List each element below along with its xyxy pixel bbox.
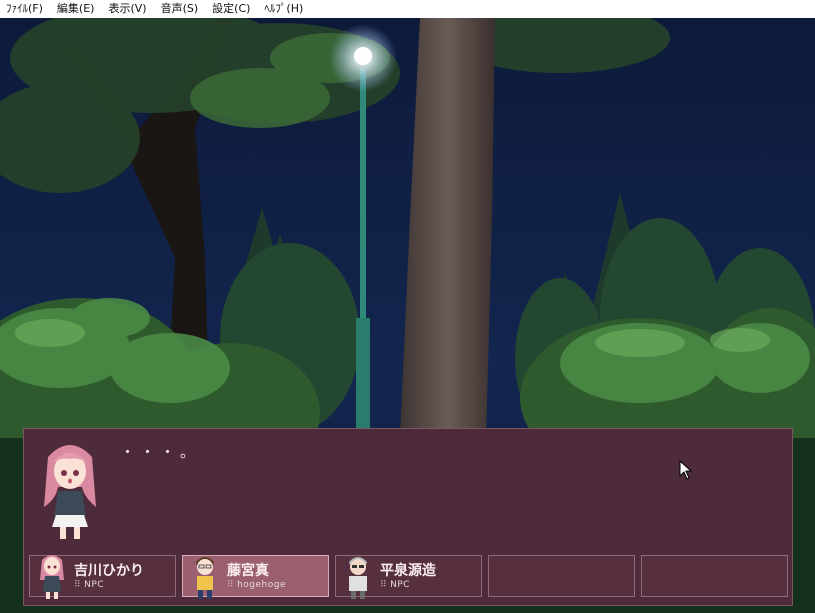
genzo-portrait-icon [342, 550, 374, 600]
makoto-portrait-icon [189, 550, 221, 600]
grip-icon: ⠿ [380, 580, 388, 590]
slot-name: 藤宮真 [227, 563, 269, 579]
slot-sub: ⠿ NPC [380, 580, 410, 590]
menu-view[interactable]: 表示(V) [108, 0, 146, 18]
grip-icon: ⠿ [227, 580, 235, 590]
hikari-portrait-icon [36, 550, 68, 600]
menu-file[interactable]: ﾌｧｲﾙ(F) [6, 0, 43, 18]
dialogue-text: ・・・。 [120, 443, 201, 461]
slot-name: 吉川ひかり [74, 563, 144, 579]
menu-help[interactable]: ﾍﾙﾌﾟ(H) [264, 0, 303, 18]
slot-sub: ⠿ NPC [74, 580, 104, 590]
girl-portrait-icon [44, 445, 96, 539]
menu-settings[interactable]: 設定(C) [212, 0, 250, 18]
party-slot-1[interactable]: 吉川ひかり ⠿ NPC [29, 555, 176, 599]
slot-sub-label: NPC [84, 580, 105, 590]
message-window[interactable]: ・・・。 吉川ひかり ⠿ NPC 藤宮真 ⠿ hogehoge 平泉源造 ⠿ N… [23, 428, 793, 606]
slot-sub-label: NPC [390, 580, 411, 590]
slot-sub-label: hogehoge [237, 580, 287, 590]
menu-sound[interactable]: 音声(S) [161, 0, 199, 18]
party-bar: 吉川ひかり ⠿ NPC 藤宮真 ⠿ hogehoge 平泉源造 ⠿ NPC [29, 555, 789, 599]
party-slot-2[interactable]: 藤宮真 ⠿ hogehoge [182, 555, 329, 599]
grip-icon: ⠿ [74, 580, 82, 590]
party-slot-3[interactable]: 平泉源造 ⠿ NPC [335, 555, 482, 599]
mouse-pointer-icon [679, 459, 693, 480]
slot-name: 平泉源造 [380, 563, 436, 579]
menu-bar: ﾌｧｲﾙ(F) 編集(E) 表示(V) 音声(S) 設定(C) ﾍﾙﾌﾟ(H) [0, 0, 815, 18]
party-slot-4[interactable] [488, 555, 635, 597]
party-slot-5[interactable] [641, 555, 788, 597]
speaker-portrait [34, 437, 106, 541]
menu-edit[interactable]: 編集(E) [57, 0, 95, 18]
slot-sub: ⠿ hogehoge [227, 580, 286, 590]
